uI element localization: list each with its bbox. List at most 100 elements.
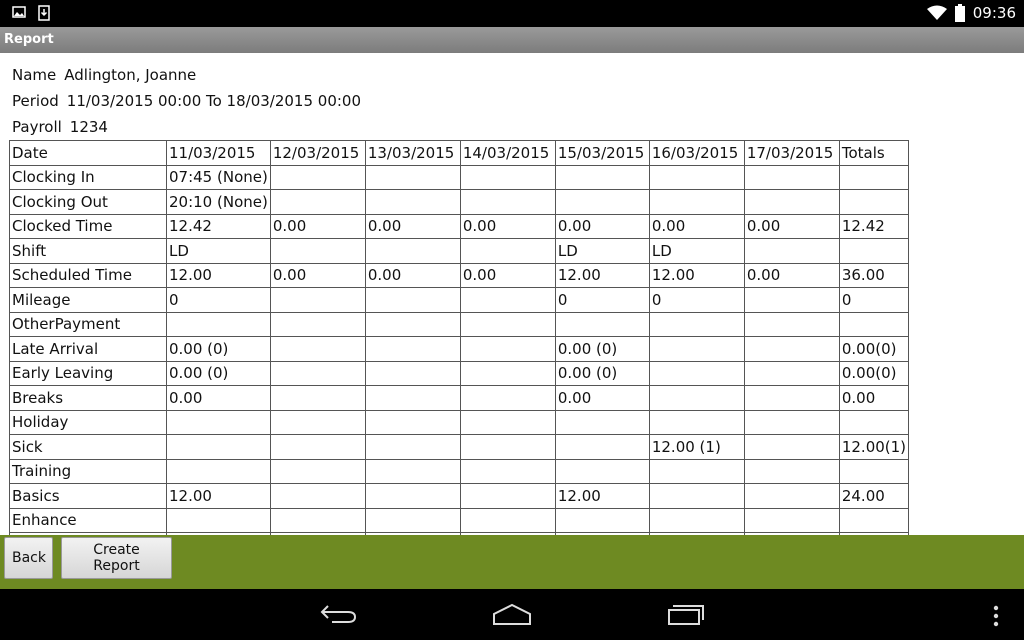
table-row: Clocked Time 12.42 0.00 0.00 0.00 0.00 0.00 0.0… (9, 213, 910, 239)
table-row: Shift LD LD LD (9, 238, 910, 264)
table-row: Late Arrival 0.00 (0) 0.00 (0) 0.00(0) (9, 336, 910, 362)
payroll-label: Payroll (12, 118, 62, 136)
table-cell (364, 164, 461, 190)
table-cell: 0.00 (648, 213, 745, 239)
report-table: Date 11/03/2015 12/03/2015 13/03/2015 14/03/… (9, 140, 910, 535)
table-cell: 12.00 (1) (648, 434, 745, 460)
table-cell: 0.00 (364, 213, 461, 239)
table-cell (269, 409, 366, 435)
row-label-cell: Clocked Time (9, 213, 167, 239)
button-bar: Back Create Report (0, 535, 1024, 589)
table-cell: Totals (838, 140, 910, 166)
table-cell (838, 409, 910, 435)
table-cell: 0.00 (0) (554, 336, 650, 362)
table-cell (364, 458, 461, 484)
table-cell (459, 238, 556, 264)
row-label-cell: Breaks (9, 385, 167, 411)
table-cell (364, 483, 461, 509)
table-cell: 20:10 (None) (166, 189, 271, 215)
notification-icons (12, 5, 50, 21)
create-report-button[interactable]: Create Report (61, 537, 172, 579)
row-label-cell: Scheduled Time (9, 262, 167, 288)
row-label-cell: Enhance (9, 507, 167, 533)
table-cell (166, 311, 271, 337)
overflow-menu-icon[interactable] (992, 605, 1000, 627)
table-cell (269, 189, 366, 215)
table-cell (743, 385, 840, 411)
table-cell: 15/03/2015 (554, 140, 650, 166)
table-cell: 0.00 (554, 385, 650, 411)
table-cell (269, 336, 366, 362)
table-cell (648, 360, 745, 386)
status-bar: 09:36 (0, 0, 1024, 27)
report-content[interactable]: Name Adlington, Joanne Period 11/03/2015 0… (0, 53, 1024, 535)
table-cell: 12.42 (838, 213, 910, 239)
table-cell: 14/03/2015 (459, 140, 556, 166)
row-label-cell: Early Leaving (9, 360, 167, 386)
table-cell (838, 238, 910, 264)
row-label-cell: Shift (9, 238, 167, 264)
table-cell (743, 483, 840, 509)
table-cell (743, 336, 840, 362)
table-cell: 0.00(0) (838, 360, 910, 386)
table-cell: 12.00 (166, 483, 271, 509)
table-cell (743, 311, 840, 337)
table-cell (269, 360, 366, 386)
table-cell (648, 385, 745, 411)
wifi-icon (926, 5, 947, 20)
table-cell: 0.00 (364, 262, 461, 288)
recent-apps-icon[interactable] (666, 602, 706, 626)
table-cell (743, 360, 840, 386)
home-nav-icon[interactable] (492, 602, 532, 626)
period-value: 11/03/2015 00:00 To 18/03/2015 00:00 (66, 92, 362, 110)
table-cell: 0 (648, 287, 745, 313)
name-line: Name Adlington, Joanne (12, 66, 196, 84)
table-row: Sick 12.00 (1) 12.00(1) (9, 434, 910, 460)
table-cell: 0.00 (459, 213, 556, 239)
table-cell (648, 336, 745, 362)
table-cell (838, 189, 910, 215)
table-cell (166, 458, 271, 484)
table-cell: LD (166, 238, 271, 264)
table-cell: 0.00 (0) (166, 336, 271, 362)
table-cell (838, 507, 910, 533)
navigation-bar (0, 589, 1024, 640)
table-cell: 12.42 (166, 213, 271, 239)
table-cell (459, 409, 556, 435)
battery-icon (954, 4, 965, 22)
row-label-cell: Holiday (9, 409, 167, 435)
table-cell (166, 434, 271, 460)
table-cell (269, 311, 366, 337)
table-row: Clocking Out 20:10 (None) (9, 189, 910, 215)
table-cell: 11/03/2015 (166, 140, 271, 166)
window-title: Report (0, 27, 1024, 53)
table-cell (364, 360, 461, 386)
table-cell (459, 360, 556, 386)
table-row: OtherPayment (9, 311, 910, 337)
table-row: Enhance (9, 507, 910, 533)
table-cell (648, 311, 745, 337)
table-cell (648, 189, 745, 215)
table-cell: 07:45 (None) (166, 164, 271, 190)
row-label-cell: Clocking Out (9, 189, 167, 215)
table-cell (459, 385, 556, 411)
table-cell (459, 287, 556, 313)
table-cell (743, 238, 840, 264)
back-button[interactable]: Back (4, 537, 53, 579)
table-cell (364, 287, 461, 313)
table-cell (269, 483, 366, 509)
table-cell (743, 507, 840, 533)
table-cell (743, 458, 840, 484)
table-cell (838, 164, 910, 190)
table-cell: 0.00 (838, 385, 910, 411)
back-nav-icon[interactable] (320, 602, 358, 626)
table-cell (269, 434, 366, 460)
table-row: Breaks 0.00 0.00 0.00 (9, 385, 910, 411)
table-cell: 0.00 (743, 213, 840, 239)
device-notification-icon (38, 5, 50, 21)
table-cell: 0.00 (743, 262, 840, 288)
table-row: Date 11/03/2015 12/03/2015 13/03/2015 14/03/… (9, 140, 910, 166)
row-label-cell: Date (9, 140, 167, 166)
table-cell (838, 458, 910, 484)
row-label-cell: Mileage (9, 287, 167, 313)
